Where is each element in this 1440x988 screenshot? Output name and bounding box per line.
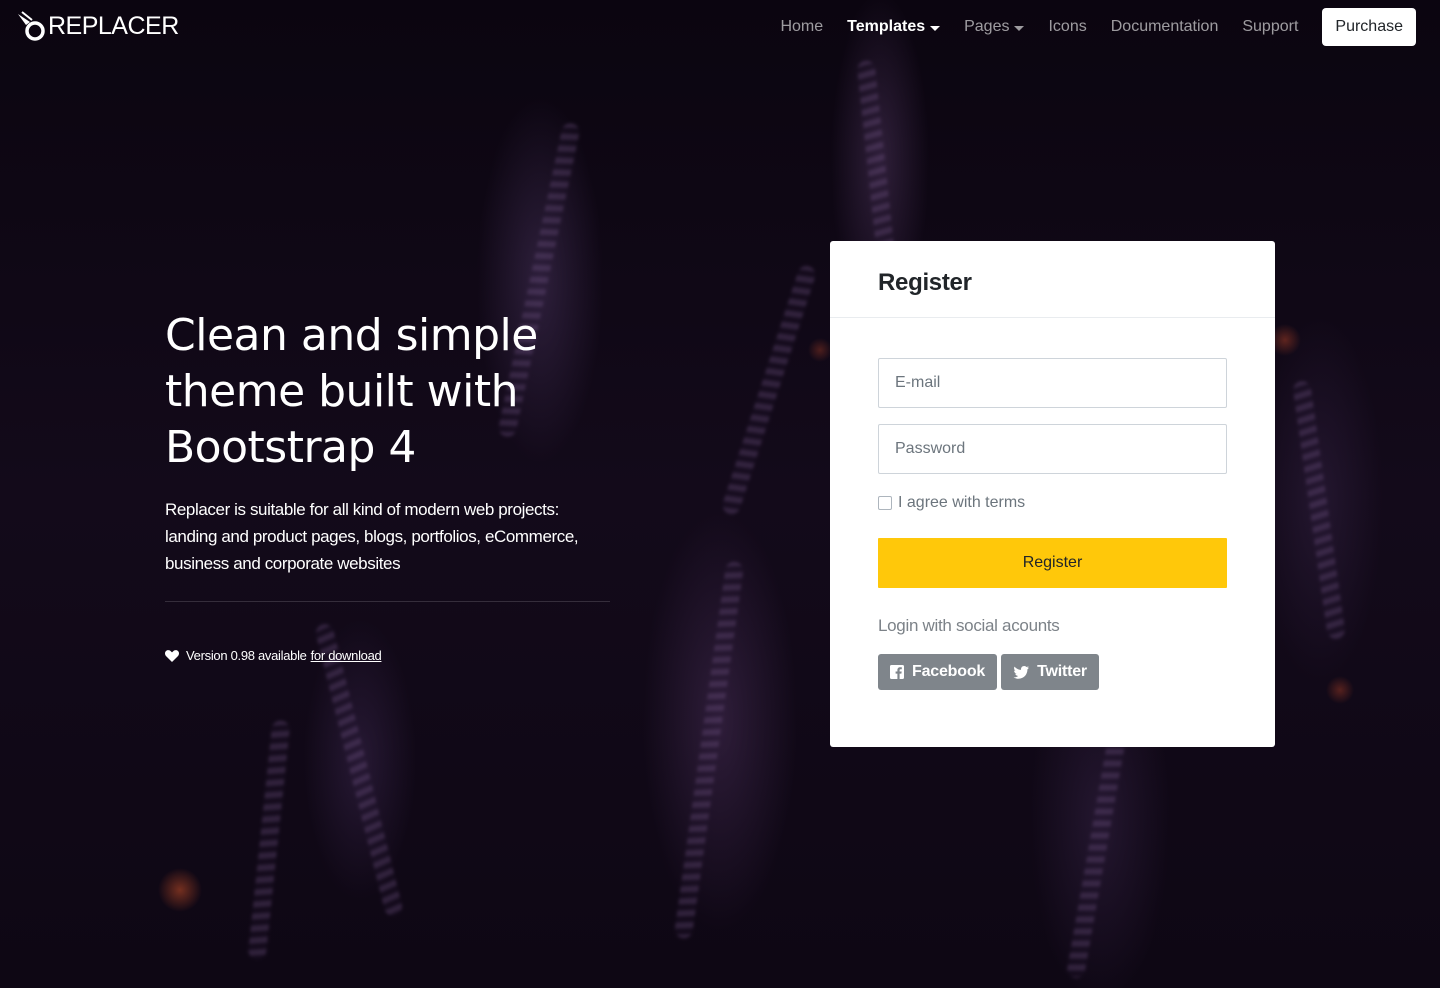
twitter-button[interactable]: Twitter — [1001, 654, 1099, 690]
hero-title: Clean and simple theme built with Bootst… — [165, 310, 538, 473]
caret-down-icon — [930, 25, 941, 31]
register-title: Register — [878, 269, 972, 296]
nav-item-label: Documentation — [1110, 18, 1219, 35]
social-buttons: Facebook Twitter — [878, 654, 1227, 690]
register-card-header: Register — [830, 241, 1275, 318]
download-link[interactable]: for download — [311, 648, 382, 663]
register-form: I agree with terms Register Login with s… — [830, 318, 1275, 730]
nav-item-label: Pages — [964, 18, 1010, 35]
nav-links: Home Templates Pages Icons Documentation… — [756, 8, 1416, 46]
register-card: Register I agree with terms Register Log… — [830, 241, 1275, 747]
version-text: Version 0.98 available — [186, 648, 307, 663]
logo-mark-icon — [18, 11, 45, 41]
nav-item-pages[interactable]: Pages — [964, 8, 1025, 46]
register-button[interactable]: Register — [878, 538, 1227, 588]
nav-item-label: Templates — [847, 18, 926, 35]
nav-item-documentation[interactable]: Documentation — [1111, 8, 1219, 46]
nav-item-label: Icons — [1048, 18, 1087, 35]
facebook-button[interactable]: Facebook — [878, 654, 998, 690]
facebook-icon — [890, 665, 904, 679]
nav-item-home[interactable]: Home — [780, 8, 823, 46]
terms-label[interactable]: I agree with terms — [898, 494, 1025, 512]
facebook-label: Facebook — [912, 663, 986, 680]
brand-name: REPLACER — [48, 11, 179, 40]
nav-item-templates[interactable]: Templates — [847, 8, 941, 46]
twitter-icon — [1013, 665, 1030, 679]
terms-checkbox[interactable] — [878, 496, 892, 510]
nav-item-label: Home — [780, 18, 824, 35]
twitter-label: Twitter — [1037, 663, 1087, 680]
nav-item-label: Support — [1242, 18, 1299, 35]
purchase-button[interactable]: Purchase — [1322, 8, 1416, 46]
brand-logo[interactable]: REPLACER — [16, 10, 179, 42]
hero-divider — [165, 601, 610, 602]
terms-row: I agree with terms — [878, 494, 1227, 512]
email-field[interactable] — [878, 358, 1227, 408]
hero-description: Replacer is suitable for all kind of mod… — [165, 500, 579, 573]
password-field[interactable] — [878, 424, 1227, 474]
social-login-label: Login with social acounts — [878, 616, 1060, 635]
hero-section: Clean and simple theme built with Bootst… — [165, 308, 610, 663]
navbar: REPLACER Home Templates Pages Icons Docu… — [0, 0, 1440, 56]
caret-down-icon — [1014, 25, 1025, 31]
nav-item-icons[interactable]: Icons — [1048, 8, 1086, 46]
version-note: Version 0.98 available for download — [165, 648, 610, 663]
heart-icon — [165, 649, 179, 662]
nav-item-support[interactable]: Support — [1242, 8, 1298, 46]
